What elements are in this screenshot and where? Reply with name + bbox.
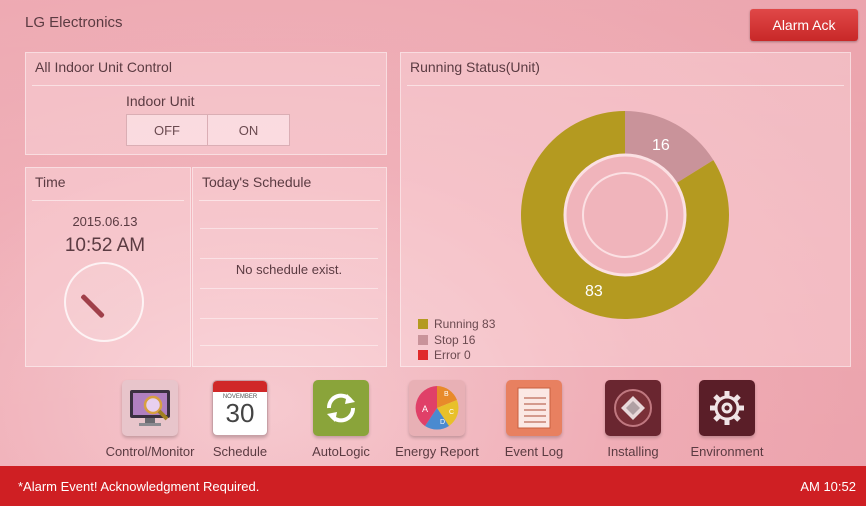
pie-letter-b: B [444, 391, 449, 398]
refresh-cycle-icon [313, 380, 369, 436]
panel-title: All Indoor Unit Control [35, 59, 172, 75]
legend-swatch-error [418, 350, 428, 360]
calendar-icon: NOVEMBER 30 [212, 380, 268, 436]
schedule-row-line [200, 345, 378, 346]
pie-letter-a: A [422, 404, 428, 414]
alarm-event-message: *Alarm Event! Acknowledgment Required. [18, 479, 260, 494]
divider [199, 200, 380, 201]
schedule-row-line [200, 288, 378, 289]
pie-letter-d: D [440, 419, 445, 426]
nav-schedule[interactable]: NOVEMBER 30 Schedule [190, 380, 290, 459]
current-time: 10:52 AM [64, 235, 146, 256]
document-list-icon [506, 380, 562, 436]
analog-clock-icon [64, 262, 144, 342]
pie-letter-c: C [449, 409, 454, 416]
schedule-row-line [200, 318, 378, 319]
schedule-row-line [200, 258, 378, 259]
schedule-row-line [200, 228, 378, 229]
ceiling-cassette-icon [605, 380, 661, 436]
nav-label: Event Log [504, 444, 564, 459]
nav-energy-report[interactable]: A B C D Energy Report [387, 380, 487, 459]
legend-error-label: Error 0 [434, 348, 471, 362]
divider [32, 85, 380, 86]
nav-label: AutoLogic [312, 444, 370, 459]
status-bar: *Alarm Event! Acknowledgment Required. A… [0, 466, 866, 506]
nav-environment[interactable]: Environment [677, 380, 777, 459]
nav-label: Energy Report [395, 444, 479, 459]
panel-title: Today's Schedule [202, 174, 312, 190]
pie-chart-icon: A B C D [409, 380, 465, 436]
no-schedule-message: No schedule exist. [235, 262, 343, 277]
alarm-ack-button[interactable]: Alarm Ack [750, 9, 858, 41]
indoor-unit-toggle: OFF ON [126, 114, 290, 146]
calendar-day: 30 [225, 398, 255, 428]
legend-stop-label: Stop 16 [434, 333, 476, 347]
nav-label: Installing [607, 444, 659, 459]
indoor-unit-label: Indoor Unit [126, 93, 195, 109]
legend-stop: Stop 16 [418, 333, 475, 347]
panel-title: Running Status(Unit) [410, 59, 540, 75]
gear-icon [699, 380, 755, 436]
nav-event-log[interactable]: Event Log [484, 380, 584, 459]
divider [407, 85, 844, 86]
legend-swatch-stop [418, 335, 428, 345]
nav-installing[interactable]: Installing [583, 380, 683, 459]
calendar-header [213, 381, 267, 392]
nav-label: Control/Monitor [105, 444, 195, 459]
app-title: LG Electronics [25, 14, 123, 31]
status-time: AM 10:52 [800, 479, 856, 494]
on-button[interactable]: ON [208, 114, 290, 146]
nav-autologic[interactable]: AutoLogic [291, 380, 391, 459]
panel-title: Time [35, 174, 66, 190]
legend-error: Error 0 [418, 348, 471, 362]
legend-running-label: Running 83 [434, 317, 496, 331]
legend-running: Running 83 [418, 317, 495, 331]
legend-swatch-running [418, 319, 428, 329]
off-button[interactable]: OFF [126, 114, 208, 146]
monitor-magnifier-icon [122, 380, 178, 436]
nav-label: Schedule [212, 444, 268, 459]
current-date: 2015.06.13 [72, 214, 138, 229]
nav-label: Environment [690, 444, 764, 459]
divider [32, 200, 184, 201]
